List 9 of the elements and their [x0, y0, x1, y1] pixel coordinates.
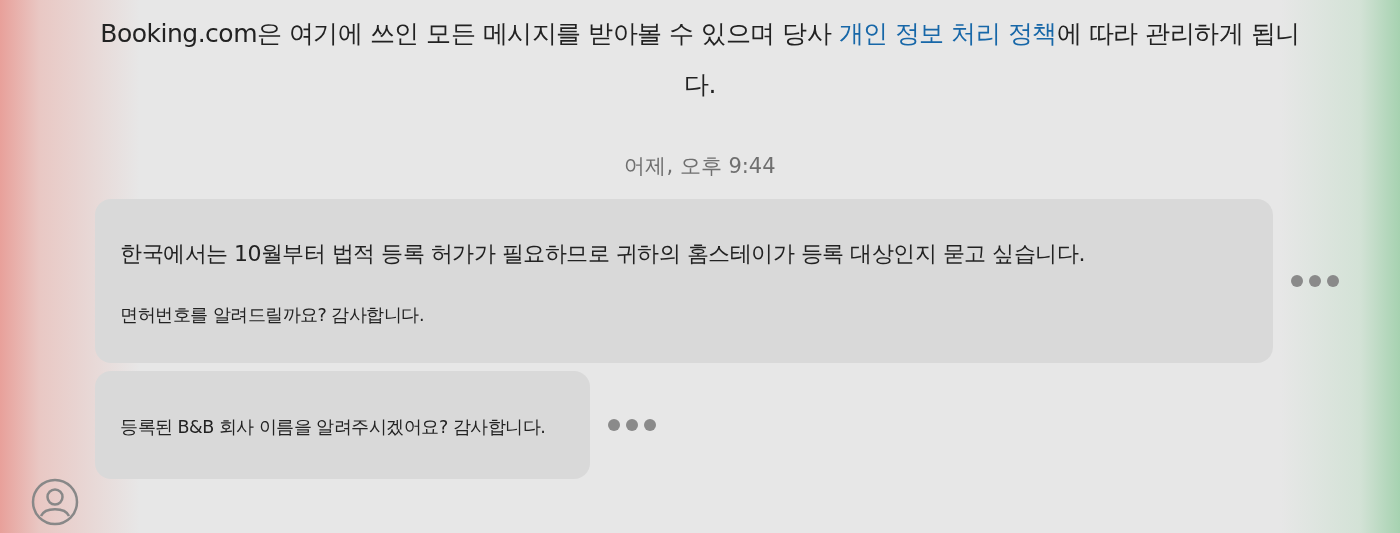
- privacy-policy-link[interactable]: 개인 정보 처리 정책: [838, 19, 1057, 48]
- user-avatar-icon: [31, 478, 79, 526]
- message-text: 등록된 B&B 회사 이름을 알려주시겠어요? 감사합니다.: [120, 416, 547, 439]
- timestamp: 어제, 오후 9:44: [623, 153, 777, 180]
- message-text: 한국에서는 10월부터 법적 등록 허가가 필요하므로 귀하의 홈스테이가 등록 대상인지 묻고 싶습니다.: [120, 240, 1086, 268]
- message-text: 면허번호를 알려드릴까요? 감사합니다.: [120, 304, 425, 327]
- privacy-notice: Booking.com은 여기에 쓰인 모든 메시지를 받아볼 수 있으며 당사 개인 정보 처리 정책에 따라 관리하게 됩니다.: [99, 18, 1301, 101]
- more-options-icon[interactable]: [1291, 275, 1339, 287]
- more-options-icon[interactable]: [608, 419, 656, 431]
